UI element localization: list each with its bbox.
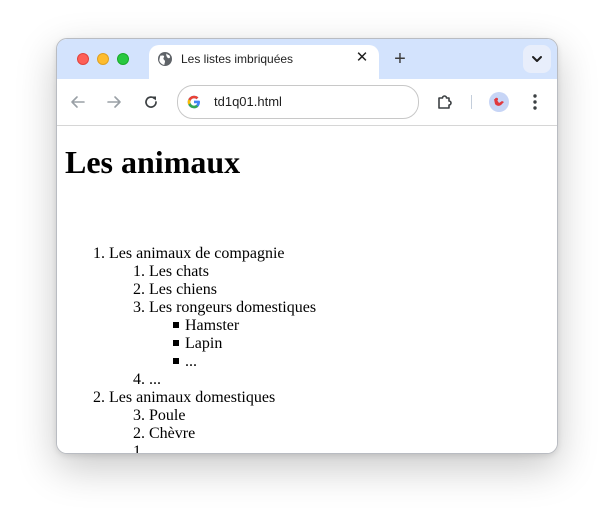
new-tab-button[interactable]: + <box>390 49 410 69</box>
list-item-label: Les rongeurs domestiques <box>149 299 317 316</box>
square-bullet <box>173 358 179 364</box>
page-content: Les animaux 1. Les animaux de compagnie … <box>57 126 557 453</box>
google-g-icon[interactable] <box>186 94 202 110</box>
profile-avatar[interactable] <box>489 92 509 112</box>
list-item-label: Lapin <box>185 335 223 352</box>
list-item: ... <box>185 353 197 371</box>
globe-icon <box>158 52 172 66</box>
list-item: 3. Les rongeurs domestiques <box>105 299 316 317</box>
active-tab[interactable]: Les listes imbriquées ✕ <box>149 45 379 79</box>
list-item-label: Les chats <box>149 263 209 280</box>
puzzle-icon[interactable] <box>435 92 455 112</box>
toolbar: td1q01.html <box>57 79 557 126</box>
list-item-label: Hamster <box>185 317 240 334</box>
address-bar[interactable]: td1q01.html <box>177 85 419 119</box>
kebab-menu-icon[interactable] <box>531 92 539 112</box>
bird-avatar-icon <box>494 97 504 106</box>
list-item: 2. Chèvre <box>105 425 195 443</box>
list-item-marker: 1. <box>93 245 105 262</box>
list-item-marker: 3. <box>133 299 145 316</box>
window-minimize-button[interactable] <box>97 53 109 65</box>
list-item-marker: 1. <box>133 263 145 280</box>
list-item-marker: 2. <box>93 389 105 406</box>
list-item-label: ... <box>185 353 197 370</box>
list-item-label: ... <box>149 443 161 454</box>
list-item-marker: 2. <box>133 425 145 442</box>
list-item-label: Les animaux de compagnie <box>109 245 285 262</box>
list-item-marker: 1. <box>133 443 145 454</box>
tab-search-button[interactable] <box>523 45 551 73</box>
arrow-right-icon[interactable] <box>105 93 123 111</box>
tab-strip: Les listes imbriquées ✕ + <box>57 39 557 79</box>
list-item: 2. Les animaux domestiques <box>65 389 275 407</box>
list-item: 4. ... <box>105 371 161 389</box>
arrow-left-icon[interactable] <box>69 93 87 111</box>
list-item: 2. Les chiens <box>105 281 217 299</box>
list-item-marker: 2. <box>133 281 145 298</box>
list-item-label: ... <box>149 371 161 388</box>
chevron-down-icon <box>532 56 542 62</box>
list-item: 1. ... <box>105 443 161 454</box>
square-bullet <box>173 340 179 346</box>
toolbar-separator <box>471 95 472 109</box>
page-heading: Les animaux <box>65 144 241 180</box>
url-text: td1q01.html <box>214 94 282 109</box>
list-item: Hamster <box>185 317 239 335</box>
tab-close-button[interactable]: ✕ <box>353 49 371 67</box>
list-item-label: Les animaux domestiques <box>109 389 276 406</box>
tab-title: Les listes imbriquées <box>181 52 294 66</box>
window-close-button[interactable] <box>77 53 89 65</box>
list-item: 1. Les chats <box>105 263 209 281</box>
list-item-label: Chèvre <box>149 425 196 442</box>
list-item: 3. Poule <box>105 407 185 425</box>
square-bullet <box>173 322 179 328</box>
list-item-label: Les chiens <box>149 281 217 298</box>
list-item-marker: 3. <box>133 407 145 424</box>
list-item-marker: 4. <box>133 371 145 388</box>
list-item: Lapin <box>185 335 222 353</box>
list-item: 1. Les animaux de compagnie <box>65 245 285 263</box>
browser-window: Les listes imbriquées ✕ + td1q01.html Le… <box>56 38 558 454</box>
list-item-label: Poule <box>149 407 186 424</box>
window-zoom-button[interactable] <box>117 53 129 65</box>
reload-icon[interactable] <box>142 93 160 111</box>
